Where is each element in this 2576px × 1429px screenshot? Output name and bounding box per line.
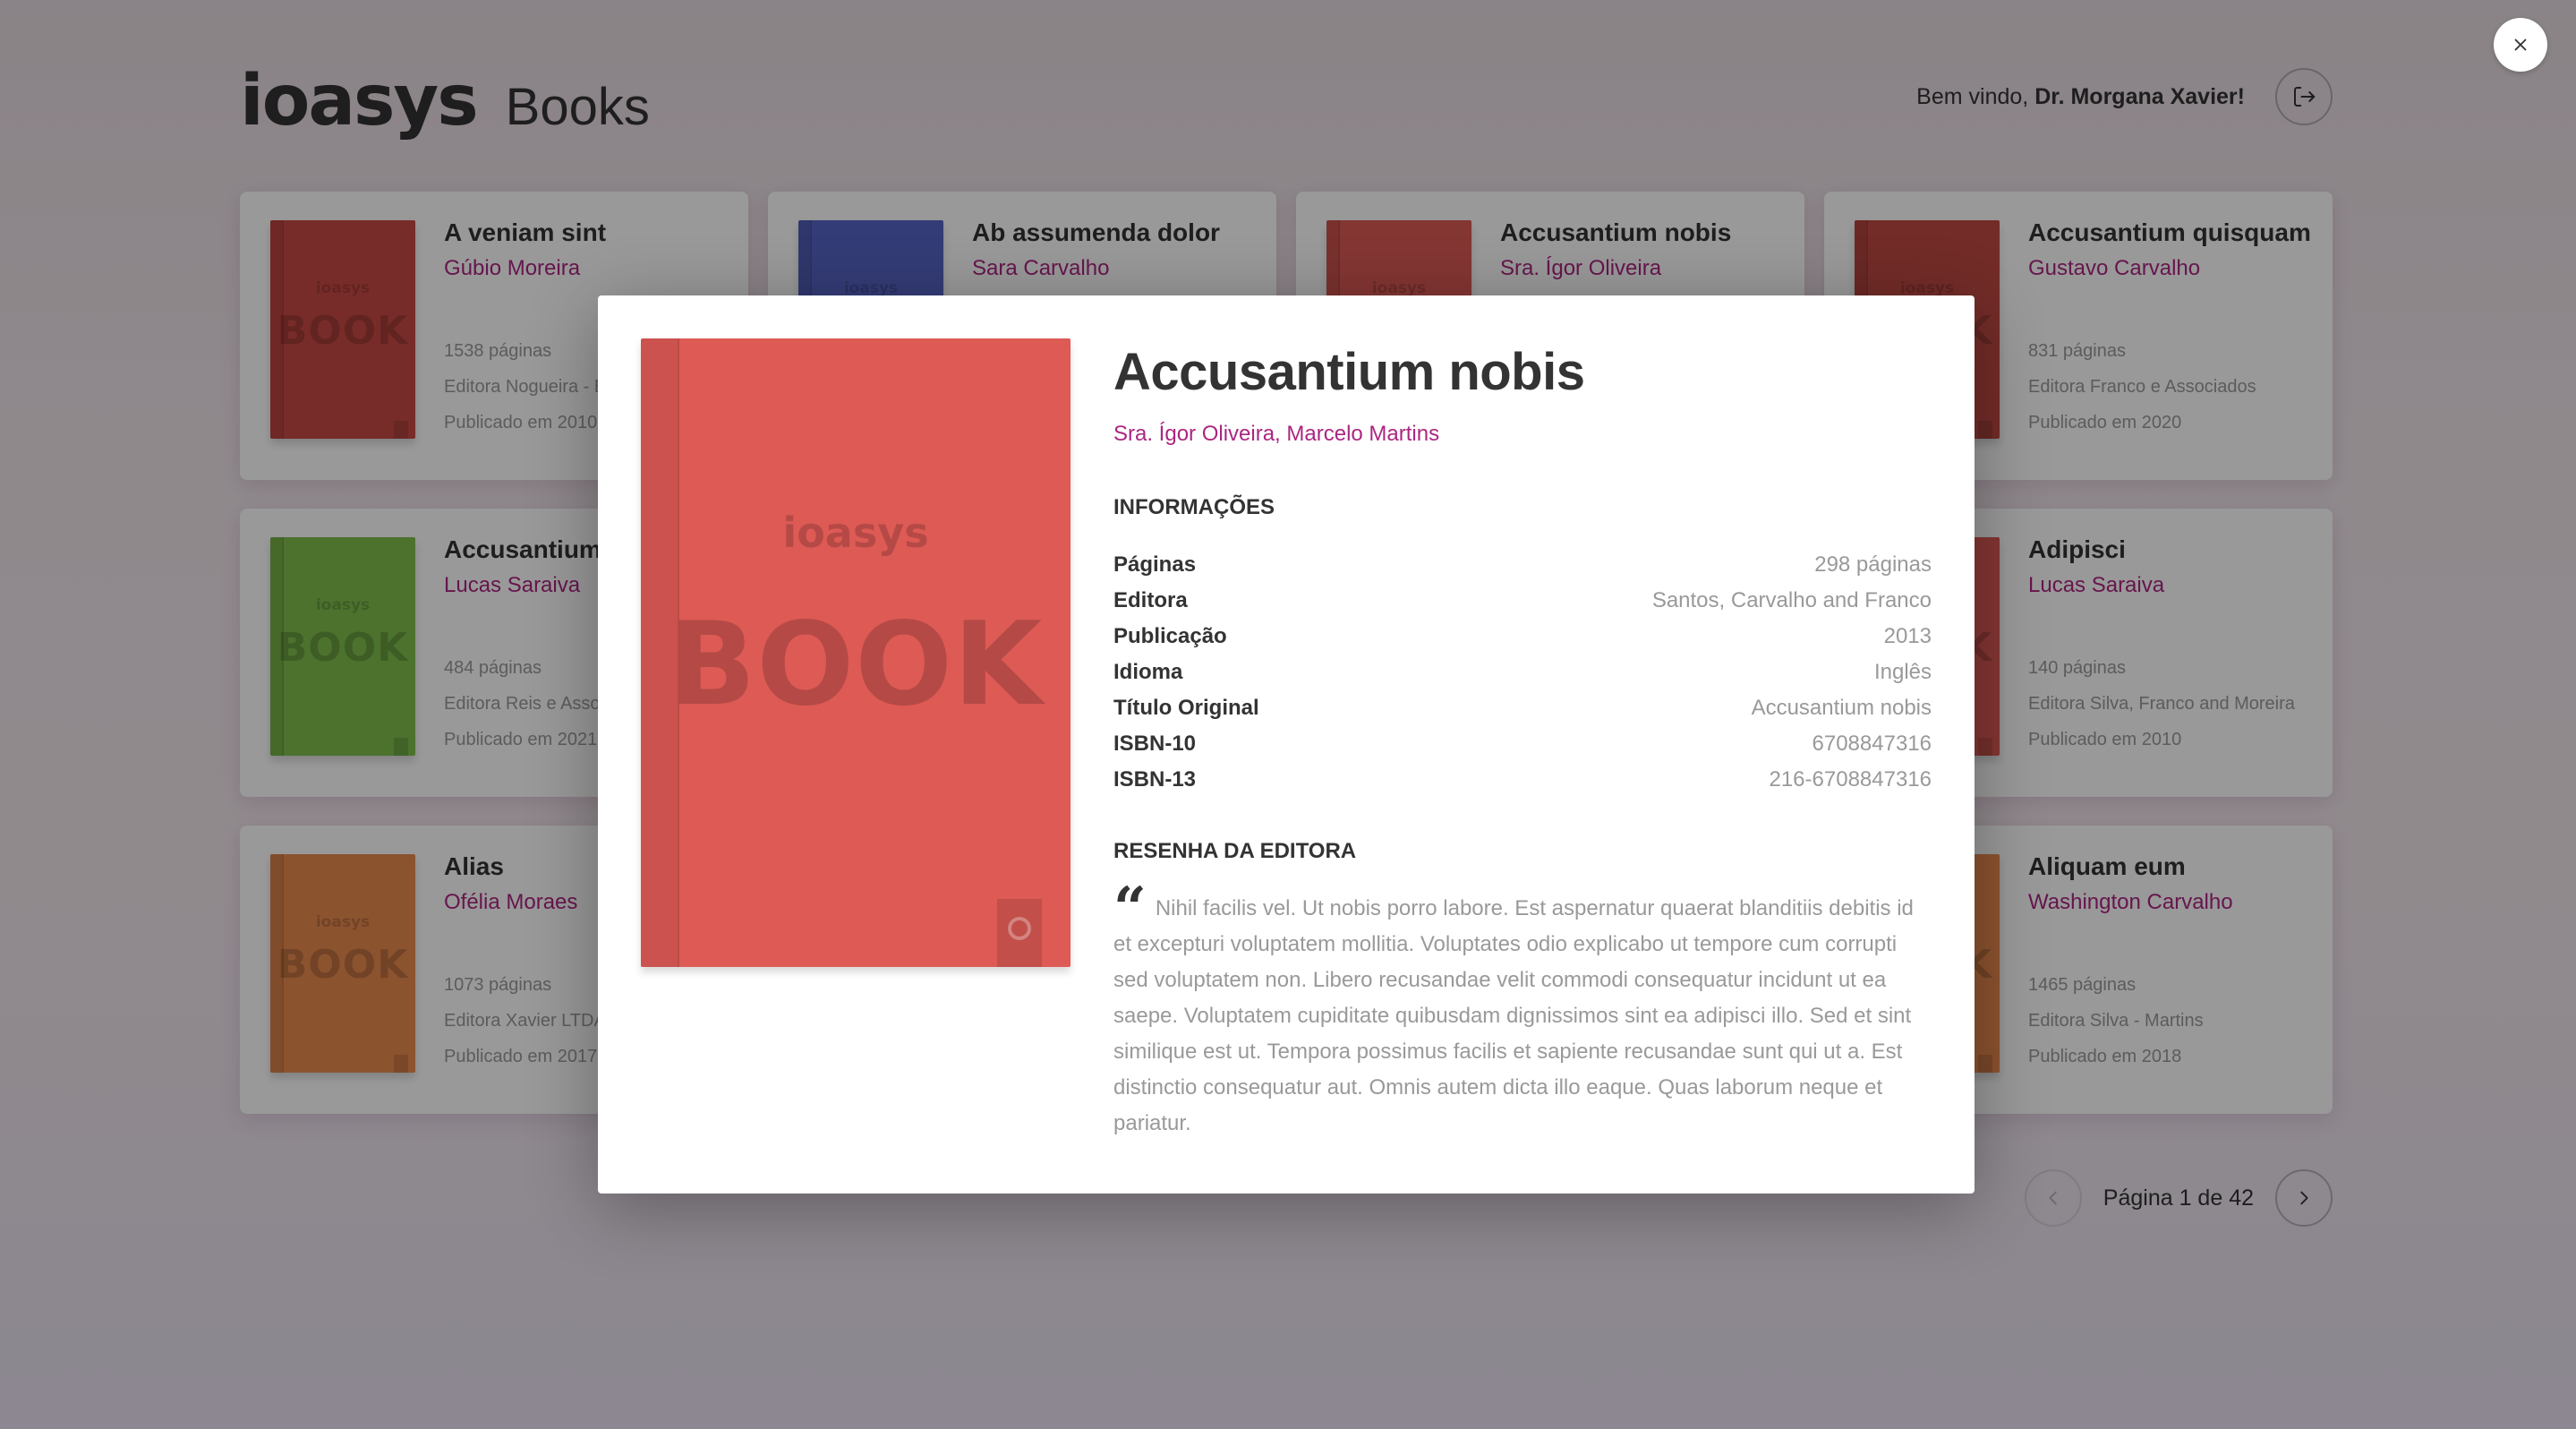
- book-details: Accusantium nobis Sra. Ígor Oliveira, Ma…: [1113, 342, 1932, 1142]
- info-label: ISBN-10: [1113, 732, 1197, 756]
- info-value: Santos, Carvalho and Franco: [1651, 588, 1932, 612]
- info-value: 298 páginas: [1814, 552, 1932, 577]
- cover-tag-icon: [1008, 917, 1031, 940]
- info-row: Idioma Inglês: [1113, 655, 1932, 690]
- info-row: Publicação 2013: [1113, 619, 1932, 655]
- review-text: “Nihil facilis vel. Ut nobis porro labor…: [1113, 880, 1932, 1142]
- info-label: Publicação: [1113, 624, 1227, 648]
- info-row: ISBN-13 216-6708847316: [1113, 762, 1932, 798]
- info-row: Páginas 298 páginas: [1113, 547, 1932, 583]
- review-body: Nihil facilis vel. Ut nobis porro labore…: [1113, 896, 1914, 1135]
- cover-word: BOOK: [668, 598, 1044, 732]
- info-value: Inglês: [1873, 660, 1932, 684]
- book-cover-large: ioasys BOOK: [641, 338, 1070, 967]
- info-value: 6708847316: [1812, 732, 1932, 756]
- info-row: Editora Santos, Carvalho and Franco: [1113, 583, 1932, 619]
- cover-brand: ioasys: [782, 509, 929, 557]
- book-details-modal: ioasys BOOK Accusantium nobis Sra. Ígor …: [598, 295, 1975, 1194]
- book-authors: Sra. Ígor Oliveira, Marcelo Martins: [1113, 422, 1440, 446]
- info-value: 2013: [1883, 624, 1932, 648]
- info-label: Editora: [1113, 588, 1188, 612]
- info-heading: INFORMAÇÕES: [1113, 495, 1275, 519]
- info-value: 216-6708847316: [1769, 767, 1932, 792]
- info-label: Título Original: [1113, 696, 1259, 720]
- info-value: Accusantium nobis: [1751, 696, 1932, 720]
- review-heading: RESENHA DA EDITORA: [1113, 839, 1357, 863]
- info-label: Idioma: [1113, 660, 1183, 684]
- close-icon: [2514, 39, 2527, 51]
- info-label: Páginas: [1113, 552, 1197, 577]
- close-modal-button[interactable]: [2494, 18, 2547, 72]
- info-label: ISBN-13: [1113, 767, 1197, 792]
- info-row: ISBN-10 6708847316: [1113, 726, 1932, 762]
- book-title: Accusantium nobis: [1113, 343, 1585, 401]
- info-table: Páginas 298 páginas Editora Santos, Carvalh…: [1113, 547, 1932, 798]
- info-row: Título Original Accusantium nobis: [1113, 690, 1932, 726]
